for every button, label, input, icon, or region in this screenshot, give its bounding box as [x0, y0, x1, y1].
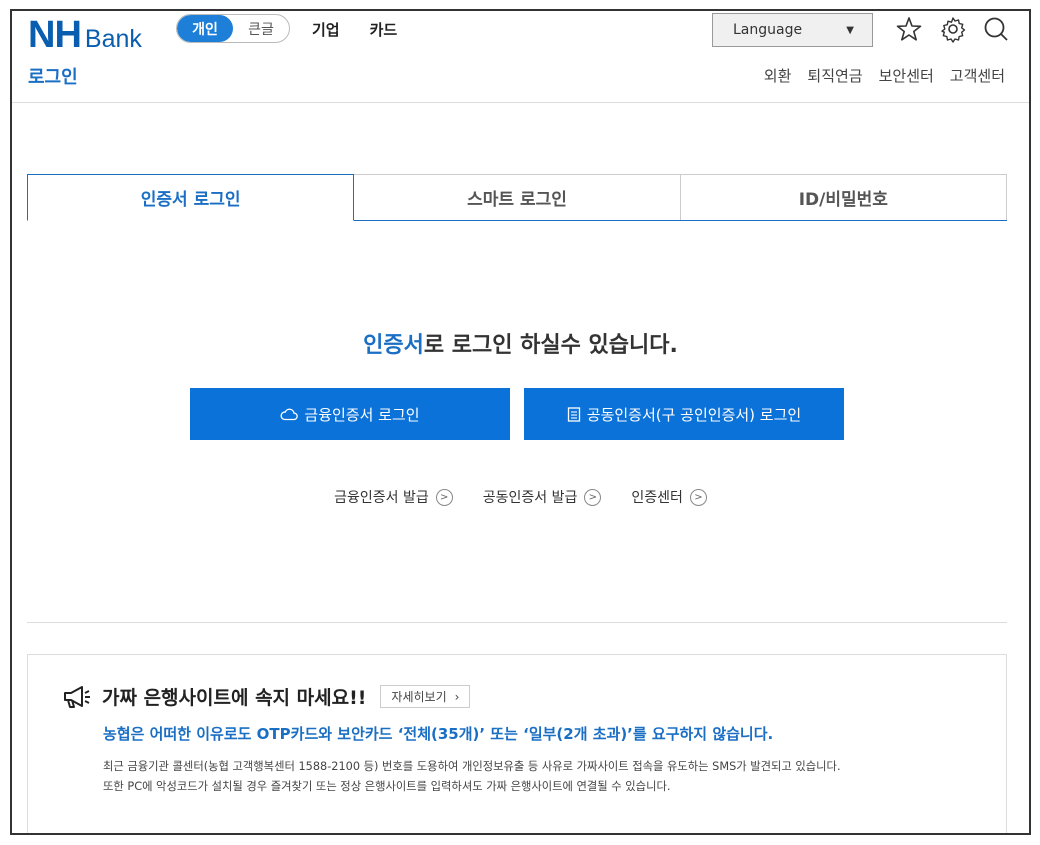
util-link-foreign-exchange[interactable]: 외환	[764, 65, 792, 86]
mode-personal[interactable]: 개인	[177, 15, 233, 42]
nh-bank-logo[interactable]: NH Bank	[28, 14, 142, 56]
utility-links: 외환 퇴직연금 보안센터 고객센터	[764, 65, 1005, 86]
header-divider	[12, 102, 1029, 103]
chevron-right-icon: >	[435, 488, 453, 506]
link-issue-joint-certificate-label: 공동인증서 발급	[482, 490, 578, 506]
tab-id-password[interactable]: ID/비밀번호	[680, 174, 1007, 220]
top-nav: 기업 카드	[312, 19, 397, 40]
nav-card[interactable]: 카드	[370, 19, 398, 40]
warning-line-2: 또한 PC에 악성코드가 설치될 경우 즐겨찾기 또는 정상 은행사이트를 입력…	[103, 780, 671, 793]
tab-smart-login[interactable]: 스마트 로그인	[354, 174, 681, 220]
warning-line-1: 최근 금융기관 콜센터(농협 고객행복센터 1588-2100 등) 번호를 도…	[103, 760, 841, 773]
browser-frame: NH Bank 개인 큰글 기업 카드 Language ▼ 로그인 외환 퇴직…	[10, 9, 1031, 835]
login-button-row: 금융인증서 로그인 공동인증서(구 공인인증서) 로그인	[190, 388, 844, 440]
link-issue-financial-certificate-label: 금융인증서 발급	[334, 490, 429, 506]
warning-body: 최근 금융기관 콜센터(농협 고객행복센터 1588-2100 등) 번호를 도…	[103, 757, 841, 797]
util-link-security-center[interactable]: 보안센터	[879, 65, 934, 86]
view-details-button[interactable]: 자세히보기 ›	[380, 685, 471, 708]
search-icon[interactable]	[982, 15, 1010, 43]
language-select[interactable]: Language ▼	[712, 13, 873, 47]
warning-highlight-text: 농협은 어떠한 이유로도 OTP카드와 보안카드 ‘전체(35개)’ 또는 ‘일…	[103, 725, 774, 743]
certificate-links: 금융인증서 발급 > 공동인증서 발급 > 인증센터 >	[12, 487, 1029, 507]
headline-highlight: 인증서	[363, 333, 424, 358]
section-divider	[27, 622, 1007, 623]
login-headline: 인증서로 로그인 하실수 있습니다.	[12, 327, 1029, 359]
warning-header: 가짜 은행사이트에 속지 마세요!! 자세히보기 ›	[62, 683, 471, 710]
chevron-right-icon: ›	[454, 689, 460, 704]
mode-large-text[interactable]: 큰글	[233, 15, 289, 42]
nav-business[interactable]: 기업	[312, 19, 340, 40]
joint-certificate-login-button[interactable]: 공동인증서(구 공인인증서) 로그인	[524, 388, 844, 440]
megaphone-icon	[64, 685, 90, 708]
util-link-pension[interactable]: 퇴직연금	[807, 65, 862, 86]
chevron-right-icon: >	[584, 488, 602, 506]
joint-certificate-login-label: 공동인증서(구 공인인증서) 로그인	[586, 405, 802, 424]
document-icon	[567, 406, 580, 422]
link-issue-financial-certificate[interactable]: 금융인증서 발급 >	[334, 487, 453, 507]
link-certificate-center[interactable]: 인증센터 >	[631, 487, 707, 507]
chevron-right-icon: >	[689, 488, 707, 506]
util-link-customer-center[interactable]: 고객센터	[950, 65, 1005, 86]
mode-toggle: 개인 큰글	[176, 14, 290, 43]
cloud-icon	[280, 408, 299, 421]
link-certificate-center-label: 인증센터	[631, 490, 683, 506]
logo-text: Bank	[84, 25, 142, 53]
star-icon[interactable]	[895, 15, 923, 43]
login-tabs: 인증서 로그인 스마트 로그인 ID/비밀번호	[27, 174, 1007, 221]
warning-title: 가짜 은행사이트에 속지 마세요!!	[102, 687, 367, 709]
financial-certificate-login-button[interactable]: 금융인증서 로그인	[190, 388, 510, 440]
page-title: 로그인	[28, 67, 78, 88]
tab-certificate-login[interactable]: 인증서 로그인	[27, 174, 355, 221]
link-issue-joint-certificate[interactable]: 공동인증서 발급 >	[483, 487, 602, 507]
financial-certificate-login-label: 금융인증서 로그인	[304, 405, 420, 424]
view-details-label: 자세히보기	[391, 690, 447, 704]
logo-mark: NH	[28, 14, 82, 56]
language-label: Language	[733, 22, 803, 38]
caret-down-icon: ▼	[846, 24, 854, 36]
gear-icon[interactable]	[939, 15, 967, 43]
phishing-warning-box: 가짜 은행사이트에 속지 마세요!! 자세히보기 › 농협은 어떠한 이유로도 …	[27, 654, 1007, 833]
headline-rest: 로 로그인 하실수 있습니다.	[423, 333, 678, 358]
